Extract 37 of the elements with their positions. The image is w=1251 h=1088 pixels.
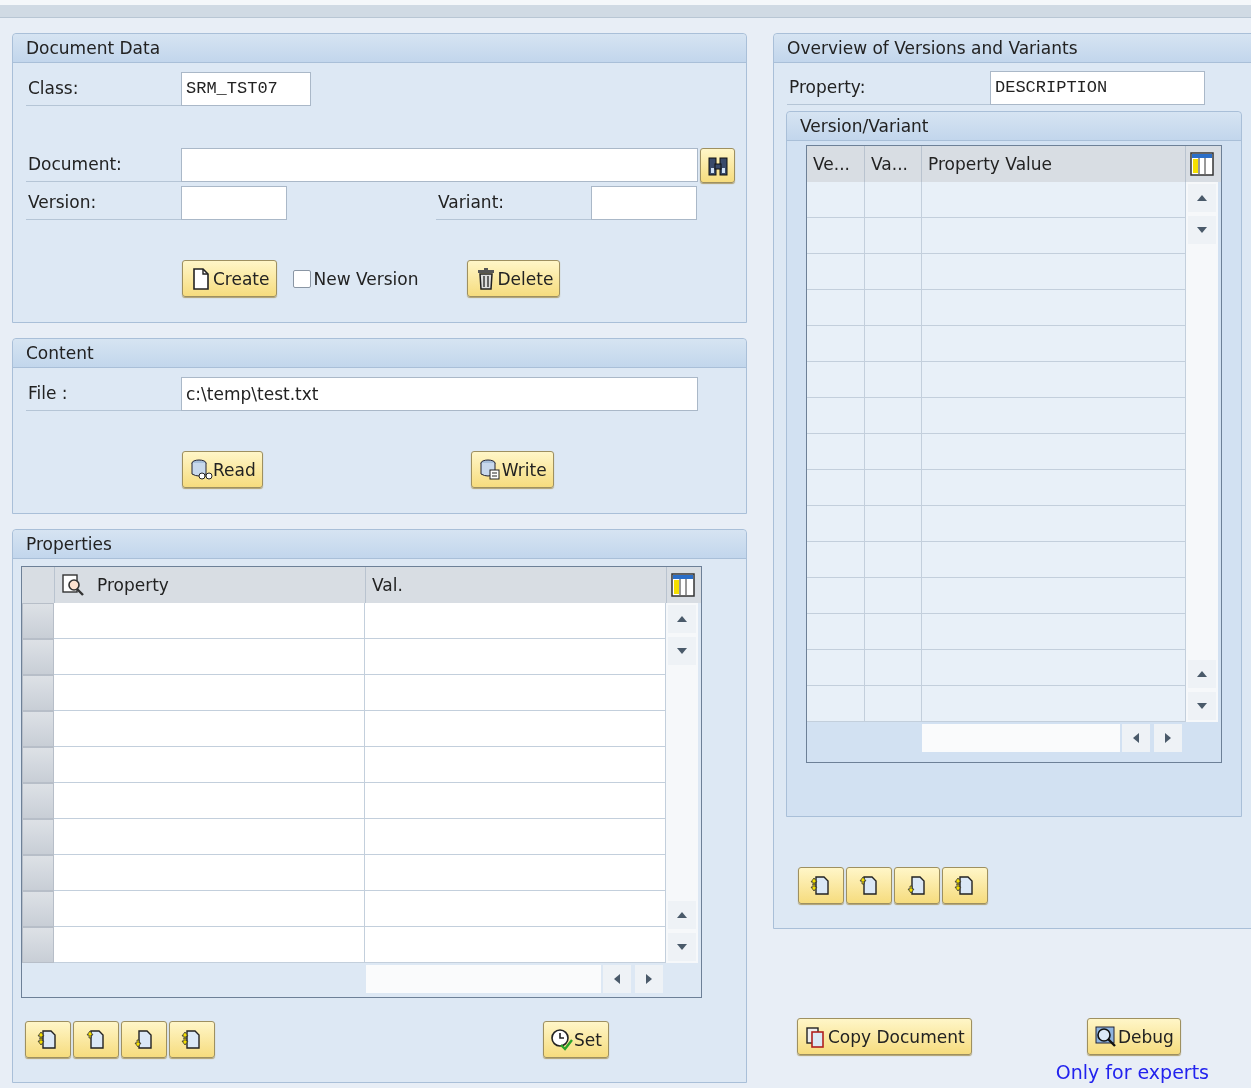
- set-button[interactable]: Set: [543, 1021, 609, 1058]
- clock-check-icon: [550, 1027, 574, 1052]
- column-settings-icon[interactable]: [671, 573, 695, 597]
- panel-title: Properties: [13, 530, 746, 559]
- property-field[interactable]: DESCRIPTION: [990, 71, 1205, 105]
- toolbar-button[interactable]: [121, 1021, 167, 1058]
- read-button[interactable]: Read: [182, 451, 263, 488]
- database-glasses-icon: [189, 457, 213, 482]
- toolbar-button[interactable]: [169, 1021, 215, 1058]
- delete-button[interactable]: Delete: [466, 260, 561, 297]
- version-field[interactable]: [181, 186, 287, 220]
- column-settings-icon[interactable]: [1190, 152, 1214, 176]
- write-button[interactable]: Write: [470, 451, 554, 488]
- scroll-track[interactable]: [922, 724, 1120, 752]
- database-page-icon: [477, 457, 502, 482]
- magnifier-screen-icon: [1094, 1024, 1118, 1049]
- panel-title: Document Data: [13, 34, 746, 63]
- variant-field[interactable]: [591, 186, 697, 220]
- toolbar-button[interactable]: [894, 867, 940, 904]
- toolbar-button[interactable]: [798, 867, 844, 904]
- debug-button[interactable]: Debug: [1087, 1018, 1181, 1055]
- search-button[interactable]: [700, 148, 735, 183]
- panel-title: Overview of Versions and Variants: [774, 34, 1251, 63]
- new-version-checkbox[interactable]: New Version: [292, 268, 419, 289]
- panel-title: Version/Variant: [787, 112, 1241, 141]
- document-field[interactable]: [181, 148, 698, 182]
- create-button[interactable]: Create: [182, 260, 277, 297]
- file-field[interactable]: c:\temp\test.txt: [181, 377, 698, 411]
- toolbar-button[interactable]: [846, 867, 892, 904]
- toolbar-button[interactable]: [942, 867, 988, 904]
- class-field[interactable]: SRM_TST07: [181, 72, 311, 106]
- experts-note: Only for experts: [1055, 1061, 1209, 1083]
- panel-title: Content: [13, 339, 746, 368]
- copy-document-button[interactable]: Copy Document: [797, 1018, 972, 1055]
- toolbar-button[interactable]: [73, 1021, 119, 1058]
- toolbar-button[interactable]: [25, 1021, 71, 1058]
- scroll-track[interactable]: [366, 965, 601, 993]
